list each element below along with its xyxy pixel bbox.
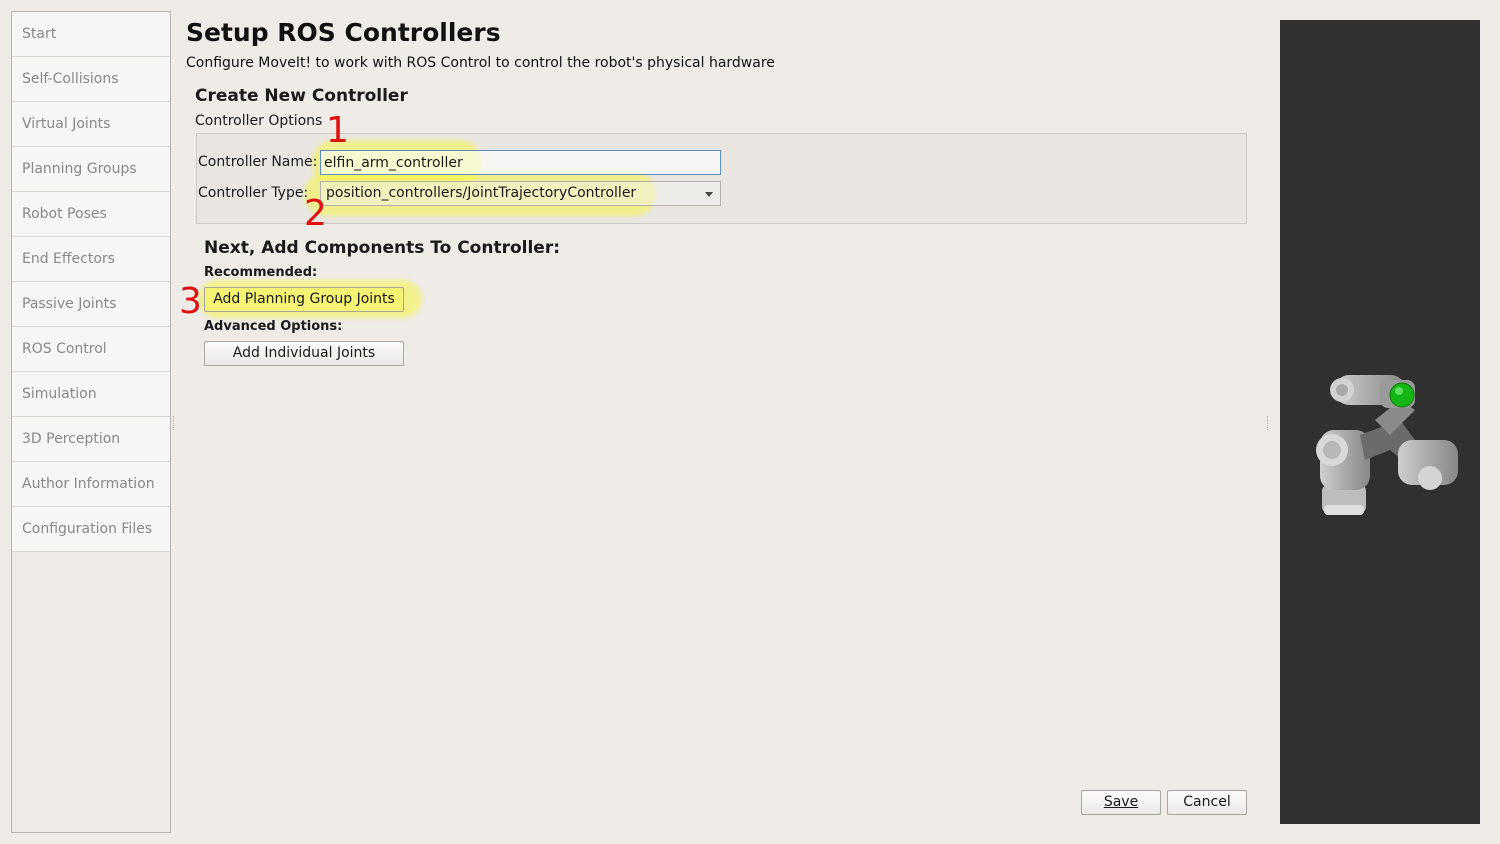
sidebar-item-ros-control[interactable]: ROS Control — [12, 327, 170, 372]
sidebar-item-robot-poses[interactable]: Robot Poses — [12, 192, 170, 237]
add-components-heading: Next, Add Components To Controller: — [204, 238, 561, 258]
annotation-number-3: 3 — [179, 281, 202, 322]
controller-type-select[interactable]: position_controllers/JointTrajectoryCont… — [320, 181, 721, 206]
sidebar-item-end-effectors[interactable]: End Effectors — [12, 237, 170, 282]
sidebar-item-configuration-files[interactable]: Configuration Files — [12, 507, 170, 552]
left-splitter-handle[interactable] — [173, 416, 175, 430]
sidebar-item-start[interactable]: Start — [12, 12, 170, 57]
sidebar-item-author-information[interactable]: Author Information — [12, 462, 170, 507]
controller-options-label: Controller Options — [195, 113, 323, 129]
sidebar-item-self-collisions[interactable]: Self-Collisions — [12, 57, 170, 102]
chevron-down-icon — [705, 192, 713, 197]
sidebar-item-passive-joints[interactable]: Passive Joints — [12, 282, 170, 327]
recommended-label: Recommended: — [204, 265, 318, 280]
advanced-options-label: Advanced Options: — [204, 319, 343, 334]
robot-arm-model — [1316, 375, 1458, 515]
sidebar-item-planning-groups[interactable]: Planning Groups — [12, 147, 170, 192]
controller-options-groupbox — [196, 133, 1247, 224]
right-splitter-handle[interactable] — [1267, 416, 1269, 430]
cancel-button[interactable]: Cancel — [1167, 790, 1247, 815]
sidebar-item-virtual-joints[interactable]: Virtual Joints — [12, 102, 170, 147]
controller-name-input[interactable] — [320, 150, 721, 175]
create-controller-heading: Create New Controller — [195, 86, 408, 106]
add-planning-group-joints-button[interactable]: Add Planning Group Joints — [204, 287, 404, 312]
sidebar: Start Self-Collisions Virtual Joints Pla… — [11, 11, 171, 833]
controller-type-value: position_controllers/JointTrajectoryCont… — [326, 185, 637, 201]
page-subtitle: Configure MoveIt! to work with ROS Contr… — [186, 55, 775, 71]
annotation-number-2: 2 — [304, 193, 327, 234]
controller-type-label: Controller Type: — [198, 185, 309, 201]
robot-3d-viewer[interactable] — [1280, 20, 1480, 824]
page-title: Setup ROS Controllers — [186, 18, 501, 47]
controller-name-label: Controller Name: — [198, 154, 318, 170]
save-button[interactable]: Save — [1081, 790, 1161, 815]
add-individual-joints-button[interactable]: Add Individual Joints — [204, 341, 404, 366]
sidebar-item-simulation[interactable]: Simulation — [12, 372, 170, 417]
sidebar-item-3d-perception[interactable]: 3D Perception — [12, 417, 170, 462]
annotation-number-1: 1 — [326, 110, 349, 151]
